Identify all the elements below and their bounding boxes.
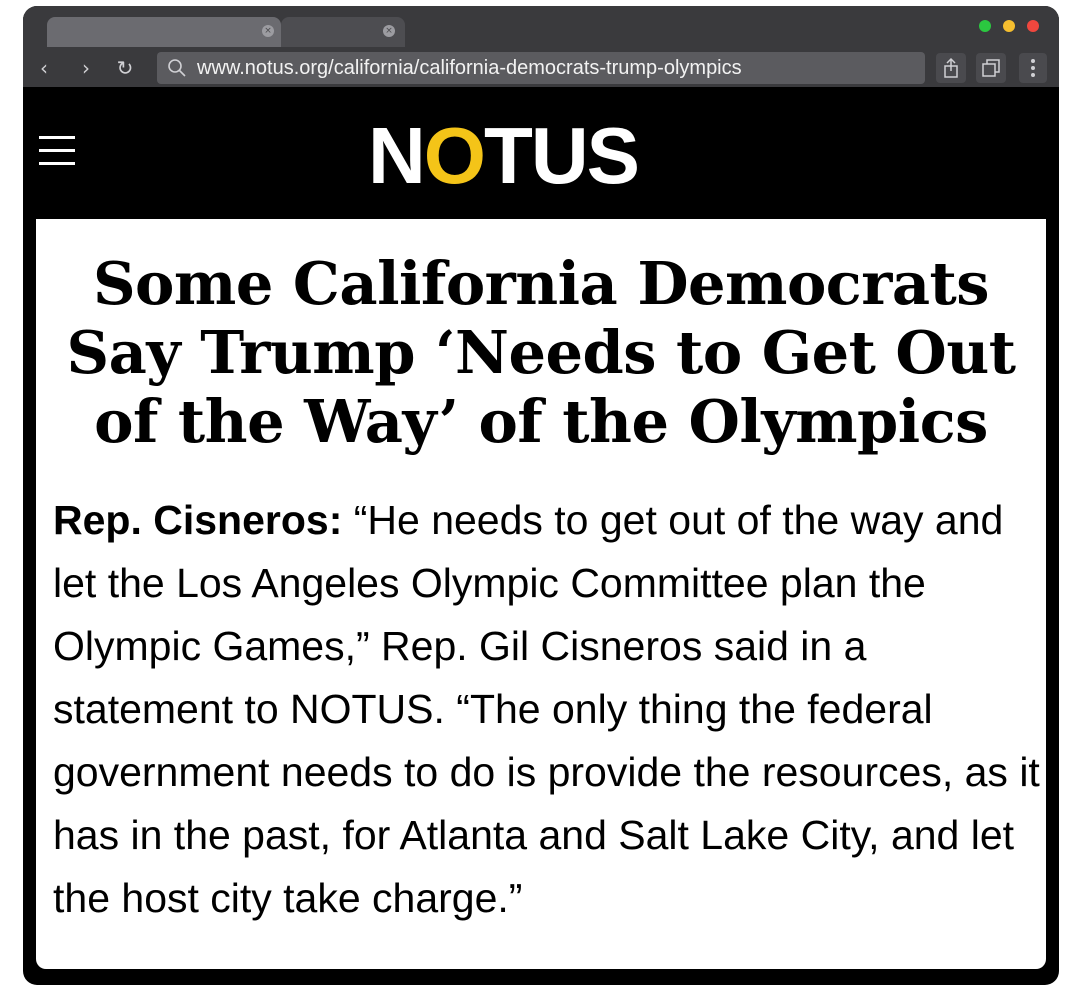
close-window-button[interactable]: [1027, 20, 1039, 32]
tabs-icon: [982, 59, 1000, 77]
tab-close-icon[interactable]: ×: [262, 25, 274, 37]
url-text[interactable]: www.notus.org/california/california-demo…: [197, 52, 742, 84]
quote-text: “He needs to get out of the way and let …: [53, 497, 1040, 921]
minimize-window-button[interactable]: [1003, 20, 1015, 32]
article-body: Rep. Cisneros: “He needs to get out of t…: [53, 489, 1043, 930]
address-bar[interactable]: www.notus.org/california/california-demo…: [157, 52, 925, 84]
more-button[interactable]: [1019, 53, 1047, 83]
logo-letter-o: O: [423, 111, 486, 200]
browser-tab[interactable]: ×: [281, 17, 405, 47]
forward-icon: ›: [82, 56, 90, 80]
tabs-button[interactable]: [976, 53, 1006, 83]
tab-close-icon[interactable]: ×: [383, 25, 395, 37]
article: Some California Democrats Say Trump ‘Nee…: [36, 219, 1046, 969]
share-icon: [944, 57, 958, 78]
reload-icon: ↻: [116, 56, 134, 80]
back-button[interactable]: ‹: [31, 54, 57, 82]
share-button[interactable]: [936, 53, 966, 83]
site-logo[interactable]: NOTUS: [368, 106, 640, 206]
browser-window: × × ‹ › ↻ www.notus.org/california/calif…: [23, 6, 1059, 985]
logo-letters-tus: TUS: [484, 111, 640, 200]
logo-letter-n: N: [368, 111, 426, 200]
forward-button[interactable]: ›: [73, 54, 99, 82]
hamburger-menu-icon[interactable]: [39, 136, 75, 166]
speaker-label: Rep. Cisneros:: [53, 497, 343, 543]
site-header: NOTUS: [23, 87, 1059, 218]
article-headline: Some California Democrats Say Trump ‘Nee…: [66, 249, 1016, 456]
browser-tab-active[interactable]: ×: [47, 17, 281, 47]
browser-chrome: × × ‹ › ↻ www.notus.org/california/calif…: [23, 6, 1059, 87]
more-icon: [1031, 59, 1035, 77]
maximize-window-button[interactable]: [979, 20, 991, 32]
reload-button[interactable]: ↻: [111, 54, 139, 82]
back-icon: ‹: [40, 56, 48, 80]
search-icon: [168, 59, 186, 77]
